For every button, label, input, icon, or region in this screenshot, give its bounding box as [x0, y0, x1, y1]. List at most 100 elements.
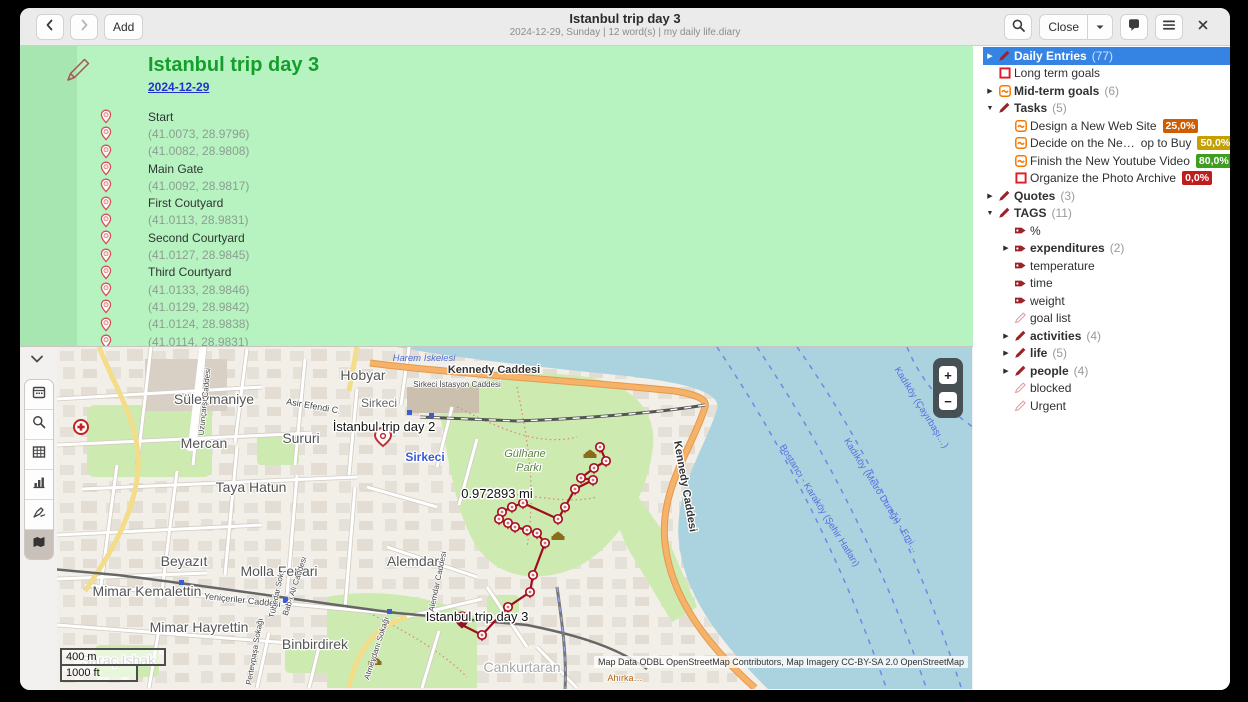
tag-icon — [1013, 295, 1028, 306]
entry-coordinates: (41.0082, 28.9808) — [148, 144, 249, 158]
checkbox-icon — [997, 67, 1012, 79]
sidebar-item-label: people — [1030, 364, 1069, 378]
tilde-icon — [997, 85, 1012, 97]
close-dropdown-button[interactable] — [1087, 14, 1113, 40]
sidebar-item[interactable]: ▶Daily Entries(77) — [983, 47, 1230, 65]
sidebar-item[interactable]: ▶people(4) — [983, 362, 1230, 380]
sidebar-item-label: Long term goals — [1014, 66, 1100, 80]
entry-row[interactable]: (41.0073, 28.9796) — [20, 125, 973, 142]
map-tool-button[interactable] — [25, 529, 53, 559]
zoom-in-button[interactable]: + — [939, 366, 957, 384]
expander-collapsed-icon[interactable]: ▶ — [999, 244, 1013, 252]
panel-collapse-button[interactable] — [29, 352, 45, 370]
map-label-alemdar: Alemdar — [387, 553, 439, 569]
sidebar-item[interactable]: ▶Quotes(3) — [983, 187, 1230, 205]
chevron-down-icon — [1095, 20, 1105, 34]
entry-label: Second Courtyard — [148, 231, 245, 245]
entry-row[interactable]: (41.0124, 28.9838) — [20, 316, 973, 333]
page-subtitle: 2024-12-29, Sunday | 12 word(s) | my dai… — [510, 27, 741, 40]
entry-coordinates: (41.0114, 28.9831) — [148, 335, 249, 347]
sidebar-item[interactable]: goal list — [983, 310, 1230, 328]
expander-collapsed-icon[interactable]: ▶ — [999, 332, 1013, 340]
expander-collapsed-icon[interactable]: ▶ — [983, 52, 997, 60]
search-tool-button[interactable] — [25, 409, 53, 439]
sidebar-item[interactable]: Design a New Web Site25,0% — [983, 117, 1230, 135]
sidebar-item[interactable]: Long term goals — [983, 65, 1230, 83]
sidebar-item[interactable]: Decide on the Ne… op to Buy50,0% — [983, 135, 1230, 153]
draw-tool-button[interactable] — [25, 499, 53, 529]
map-pin-icon — [100, 299, 112, 314]
entry-row[interactable]: (41.0133, 28.9846) — [20, 281, 973, 298]
entry-row[interactable]: (41.0114, 28.9831) — [20, 333, 973, 346]
bar-chart-tool-button[interactable] — [25, 469, 53, 499]
map-label-binbirdirek: Binbirdirek — [282, 636, 349, 652]
add-button[interactable]: Add — [104, 14, 143, 40]
table-tool-button[interactable] — [25, 439, 53, 469]
calendar-tool-button[interactable] — [25, 380, 53, 409]
forward-button[interactable] — [70, 14, 98, 40]
sidebar-item[interactable]: weight — [983, 292, 1230, 310]
entry-row[interactable]: (41.0129, 28.9842) — [20, 298, 973, 315]
expander-collapsed-icon[interactable]: ▶ — [999, 349, 1013, 357]
entry-row[interactable]: (41.0127, 28.9845) — [20, 246, 973, 263]
back-button[interactable] — [36, 14, 64, 40]
entry-label: First Coutyard — [148, 196, 223, 210]
expander-expanded-icon[interactable]: ▼ — [983, 105, 997, 112]
search-button[interactable] — [1004, 14, 1032, 40]
sidebar-item[interactable]: ▼TAGS(11) — [983, 205, 1230, 223]
pencil-icon — [1013, 330, 1028, 342]
entry-row[interactable]: Second Courtyard — [20, 229, 973, 246]
sidebar-item[interactable]: blocked — [983, 380, 1230, 398]
expander-collapsed-icon[interactable]: ▶ — [983, 87, 997, 95]
header-bar: Add Istanbul trip day 3 2024-12-29, Sund… — [20, 8, 1230, 46]
map-label-sururi: Sururi — [282, 430, 319, 446]
map-label-trip-day2: İstanbul trip day 2 — [333, 419, 436, 434]
zoom-out-button[interactable]: − — [939, 392, 957, 410]
entry-label: Third Courtyard — [148, 265, 231, 279]
map-pin-icon — [100, 161, 112, 176]
main-menu-button[interactable] — [1155, 14, 1183, 40]
map-pin-icon — [100, 248, 112, 263]
window-title-block: Istanbul trip day 3 2024-12-29, Sunday |… — [510, 11, 741, 40]
sidebar-item[interactable]: Urgent — [983, 397, 1230, 415]
annotation-button[interactable] — [1120, 14, 1148, 40]
entry-row[interactable]: First Coutyard — [20, 194, 973, 211]
sidebar-item[interactable]: time — [983, 275, 1230, 293]
sidebar-item[interactable]: Organize the Photo Archive0,0% — [983, 170, 1230, 188]
sidebar-item[interactable]: ▶life(5) — [983, 345, 1230, 363]
sidebar-item[interactable]: ▶Mid-term goals(6) — [983, 82, 1230, 100]
expander-collapsed-icon[interactable]: ▶ — [999, 367, 1013, 375]
entry-row[interactable]: (41.0082, 28.9808) — [20, 143, 973, 160]
tilde-icon — [1013, 137, 1028, 149]
sidebar-item[interactable]: % — [983, 222, 1230, 240]
map-label-sirkeci-area: Sirkeci — [361, 396, 397, 410]
pencil-outline-icon — [1013, 400, 1028, 412]
close-entry-button[interactable]: Close — [1039, 14, 1088, 40]
search-icon — [31, 414, 47, 435]
item-count: (3) — [1060, 189, 1075, 203]
sidebar-item[interactable]: ▼Tasks(5) — [983, 100, 1230, 118]
entry-date-link[interactable]: 2024-12-29 — [148, 80, 209, 94]
map-label-kennedy-top: Kennedy Caddesi — [448, 364, 540, 376]
entry-row[interactable]: Main Gate — [20, 160, 973, 177]
entry-row[interactable]: Start — [20, 108, 973, 125]
map-canvas[interactable]: Süleymaniye Hobyar Sirkeci Sirkeci İstas… — [57, 347, 972, 689]
entry-row[interactable]: Third Courtyard — [20, 264, 973, 281]
pencil-icon — [997, 207, 1012, 219]
sidebar-item-label: % — [1030, 224, 1041, 238]
window-close-button[interactable] — [1190, 14, 1216, 40]
sidebar-item[interactable]: Finish the New Youtube Video80,0% — [983, 152, 1230, 170]
sidebar-item[interactable]: temperature — [983, 257, 1230, 275]
entry-row[interactable]: (41.0092, 28.9817) — [20, 177, 973, 194]
sidebar-item[interactable]: ▶expenditures(2) — [983, 240, 1230, 258]
tag-icon — [1013, 260, 1028, 271]
page-title: Istanbul trip day 3 — [510, 11, 741, 27]
diary-editor[interactable]: Istanbul trip day 3 2024-12-29 Start(41.… — [20, 46, 973, 346]
entry-row[interactable]: (41.0113, 28.9831) — [20, 212, 973, 229]
panel-toolbar — [24, 379, 54, 560]
sidebar-item[interactable]: ▶activities(4) — [983, 327, 1230, 345]
item-count: (5) — [1052, 101, 1067, 115]
expander-expanded-icon[interactable]: ▼ — [983, 210, 997, 217]
tilde-icon — [1013, 155, 1028, 167]
expander-collapsed-icon[interactable]: ▶ — [983, 192, 997, 200]
